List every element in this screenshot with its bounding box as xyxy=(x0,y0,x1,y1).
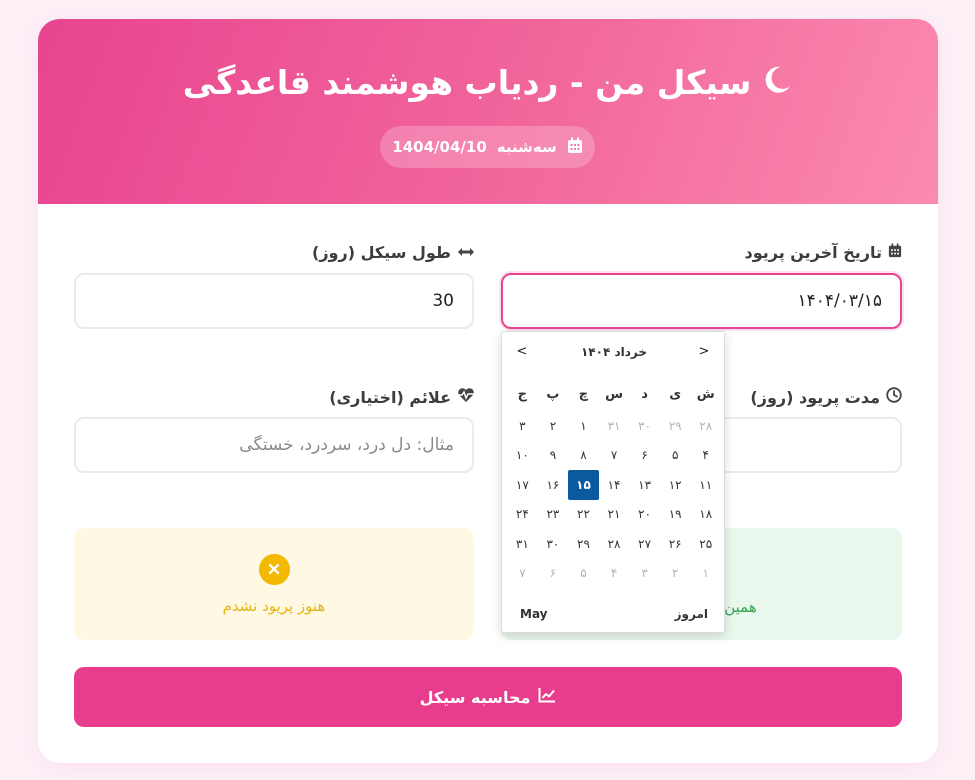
datepicker-day[interactable]: ۲۷ xyxy=(629,529,660,559)
weekday-header: ی xyxy=(669,386,682,402)
datepicker-day[interactable]: ۱۸ xyxy=(690,500,721,530)
datepicker-day[interactable]: ۳۰ xyxy=(629,411,660,441)
datepicker-footer: امروز May xyxy=(502,600,726,628)
datepicker-day[interactable]: ۳۰ xyxy=(538,529,569,559)
datepicker-day[interactable]: ۴ xyxy=(599,559,630,589)
weekday-header: د xyxy=(641,386,648,402)
datepicker-day[interactable]: ۱۷ xyxy=(507,470,538,500)
symptoms-label: علائم (اختیاری) xyxy=(329,387,475,407)
weekday-header: چ xyxy=(578,386,589,402)
datepicker-day[interactable]: ۵ xyxy=(568,559,599,589)
datepicker-day[interactable]: ۱۶ xyxy=(538,470,569,500)
datepicker-day[interactable]: ۱۲ xyxy=(660,470,691,500)
date-weekday: سه‌شنبه xyxy=(496,138,557,156)
calendar-icon xyxy=(888,243,902,262)
datepicker-day[interactable]: ۲۳ xyxy=(538,500,569,530)
datepicker-next-month[interactable]: < xyxy=(512,342,532,362)
datepicker-month-title[interactable]: خرداد ۱۴۰۴ xyxy=(562,342,666,362)
datepicker-day[interactable]: ۹ xyxy=(538,441,569,471)
datepicker-day[interactable]: ۲۹ xyxy=(660,411,691,441)
datepicker-day[interactable]: ۲۸ xyxy=(599,529,630,559)
datepicker-day[interactable]: ۱۰ xyxy=(507,441,538,471)
datepicker-calendar-toggle[interactable]: May xyxy=(520,607,548,621)
datepicker-day[interactable]: ۱۴ xyxy=(599,470,630,500)
datepicker-day[interactable]: ۲۶ xyxy=(660,529,691,559)
datepicker-day[interactable]: ۴ xyxy=(690,441,721,471)
datepicker-day[interactable]: ۱ xyxy=(690,559,721,589)
datepicker-day[interactable]: ۲۱ xyxy=(599,500,630,530)
datepicker-today-button[interactable]: امروز xyxy=(675,607,708,621)
datepicker-day[interactable]: ۳ xyxy=(629,559,660,589)
datepicker-day[interactable]: ۲ xyxy=(660,559,691,589)
datepicker-day[interactable]: ۲۹ xyxy=(568,529,599,559)
last-period-label: تاریخ آخرین پریود xyxy=(745,243,903,262)
chart-line-icon xyxy=(538,687,556,707)
datepicker-day[interactable]: ۲۴ xyxy=(507,500,538,530)
date-value: 1404/04/10 xyxy=(392,138,487,156)
datepicker-day[interactable]: ۷ xyxy=(507,559,538,589)
datepicker-day[interactable]: ۲ xyxy=(538,411,569,441)
datepicker-day[interactable]: ۸ xyxy=(568,441,599,471)
cycle-length-input[interactable]: 30 xyxy=(74,273,474,329)
datepicker-day[interactable]: ۱۳ xyxy=(629,470,660,500)
clock-icon xyxy=(886,387,902,407)
datepicker-day[interactable]: ۷ xyxy=(599,441,630,471)
datepicker-day[interactable]: ۵ xyxy=(660,441,691,471)
calculate-cycle-button[interactable]: محاسبه سیکل xyxy=(74,667,902,727)
datepicker-day[interactable]: ۱ xyxy=(568,411,599,441)
period-duration-label: مدت پریود (روز) xyxy=(750,387,902,407)
page-title-text: سیکل من - ردیاب هوشمند قاعدگی xyxy=(182,63,752,102)
datepicker-day[interactable]: ۳۱ xyxy=(599,411,630,441)
not-started-card[interactable]: هنوز پریود نشدم xyxy=(74,528,474,640)
app-card: سیکل من - ردیاب هوشمند قاعدگی سه‌شنبه 14… xyxy=(38,19,938,763)
moon-icon xyxy=(761,64,793,104)
datepicker-day[interactable]: ۲۵ xyxy=(690,529,721,559)
datepicker-day[interactable]: ۱۹ xyxy=(660,500,691,530)
datepicker-day[interactable]: ۲۰ xyxy=(629,500,660,530)
datepicker-day[interactable]: ۱۱ xyxy=(690,470,721,500)
weekday-header: س xyxy=(605,386,624,402)
datepicker-day[interactable]: ۲۸ xyxy=(690,411,721,441)
datepicker-day-selected[interactable]: ۱۵ xyxy=(568,470,599,500)
heart-pulse-icon xyxy=(457,387,475,407)
datepicker-prev-month[interactable]: > xyxy=(694,342,714,362)
datepicker-day[interactable]: ۲۲ xyxy=(568,500,599,530)
weekday-header: ش xyxy=(696,386,715,402)
weekday-header: پ xyxy=(546,386,560,402)
datepicker-day[interactable]: ۶ xyxy=(629,441,660,471)
header: سیکل من - ردیاب هوشمند قاعدگی سه‌شنبه 14… xyxy=(38,19,938,204)
cycle-length-label: طول سیکل (روز) xyxy=(312,243,475,262)
datepicker-popup: < خرداد ۱۴۰۴ > ش ی د س چ پ ج ۲۸ ۲۹ ۳۰ ۳۱ ۱ ۲ ۳ ۴ ۵ ۶ ۷ ۸ ۹ ۱… xyxy=(501,331,725,633)
datepicker-day[interactable]: ۳۱ xyxy=(507,529,538,559)
datepicker-day[interactable]: ۶ xyxy=(538,559,569,589)
symptoms-input[interactable]: مثال: دل درد، سردرد، خستگی xyxy=(74,417,474,473)
datepicker-grid: ش ی د س چ پ ج ۲۸ ۲۹ ۳۰ ۳۱ ۱ ۲ ۳ ۴ ۵ ۶ ۷ ۸ ۹ ۱۰ ۱۱ ۱۲ ۱۳ ۱۴ ۱۵ ۱۶ ۱۷… xyxy=(507,377,721,588)
weekday-header: ج xyxy=(517,386,528,402)
last-period-input[interactable]: ۱۴۰۴/۰۳/۱۵ xyxy=(501,273,902,329)
arrows-horizontal-icon xyxy=(457,243,475,262)
close-icon xyxy=(258,553,290,585)
symptoms-placeholder: مثال: دل درد، سردرد، خستگی xyxy=(239,435,454,455)
today-date-badge: سه‌شنبه 1404/04/10 xyxy=(380,126,595,168)
datepicker-day[interactable]: ۳ xyxy=(507,411,538,441)
page-title: سیکل من - ردیاب هوشمند قاعدگی xyxy=(38,63,938,104)
calendar-icon xyxy=(567,137,583,158)
